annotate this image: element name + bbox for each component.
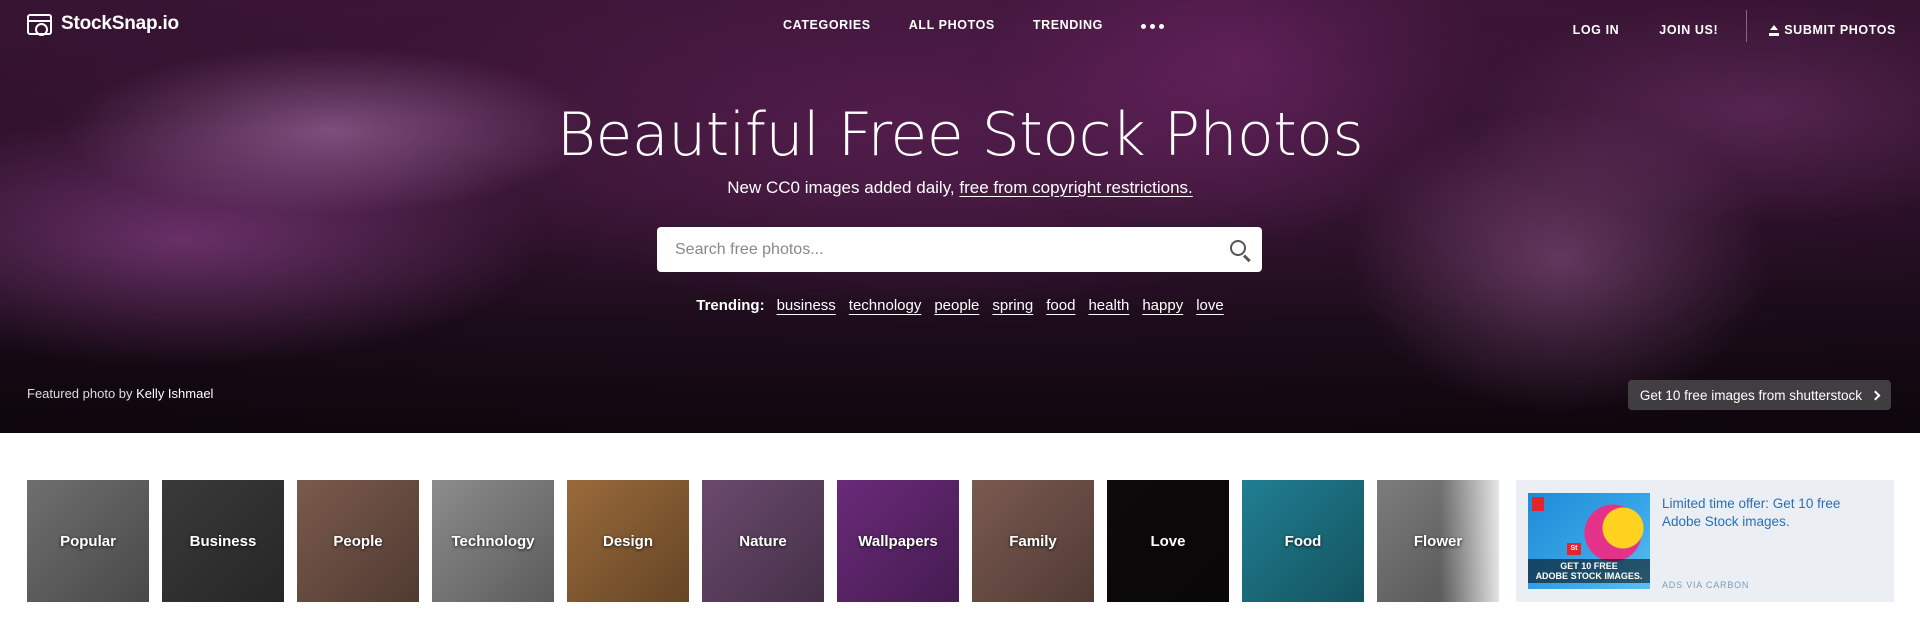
ad-image-caption-line1: GET 10 FREE: [1560, 561, 1618, 571]
trend-tag-business[interactable]: business: [777, 297, 836, 314]
category-tile-wallpapers[interactable]: Wallpapers: [837, 480, 959, 602]
category-label: Nature: [739, 532, 787, 550]
category-tile-technology[interactable]: Technology: [432, 480, 554, 602]
category-tile-business[interactable]: Business: [162, 480, 284, 602]
category-label: Business: [189, 532, 257, 550]
photo-credit-author[interactable]: Kelly Ishmael: [136, 386, 213, 401]
promo-label: Get 10 free images from shutterstock: [1639, 387, 1862, 403]
site-logo[interactable]: StockSnap.io: [27, 13, 179, 36]
trending-tags: Trending: business technology people spr…: [0, 297, 1920, 314]
trend-tag-health[interactable]: health: [1088, 297, 1129, 314]
category-label: Technology: [451, 532, 535, 550]
ad-image[interactable]: St GET 10 FREE ADOBE STOCK IMAGES.: [1528, 493, 1650, 589]
search-bar: [657, 227, 1262, 272]
category-tile-food[interactable]: Food: [1242, 480, 1364, 602]
account-nav: LOG IN JOIN US! SUBMIT PHOTOS: [1533, 10, 1896, 42]
ad-image-caption: GET 10 FREE ADOBE STOCK IMAGES.: [1528, 559, 1650, 583]
search-input[interactable]: [657, 227, 1218, 272]
trend-tag-technology[interactable]: technology: [849, 297, 922, 314]
category-label: Wallpapers: [858, 532, 938, 550]
ad-text-link[interactable]: Limited time offer: Get 10 free Adobe St…: [1662, 495, 1877, 531]
site-name: StockSnap.io: [61, 13, 179, 34]
camera-icon: [27, 13, 52, 36]
trend-tag-food[interactable]: food: [1046, 297, 1075, 314]
trend-tag-love[interactable]: love: [1196, 297, 1224, 314]
category-label: Food: [1284, 532, 1322, 550]
upload-icon: [1769, 24, 1780, 36]
carbon-ad: St GET 10 FREE ADOBE STOCK IMAGES. Limit…: [1516, 480, 1894, 602]
nav-trending[interactable]: TRENDING: [1033, 18, 1103, 32]
more-menu-icon[interactable]: [1140, 18, 1164, 32]
ad-image-caption-line2: ADOBE STOCK IMAGES.: [1535, 571, 1643, 581]
ads-via-carbon-link[interactable]: ADS VIA CARBON: [1662, 580, 1749, 590]
nav-categories[interactable]: CATEGORIES: [783, 18, 871, 32]
category-tile-people[interactable]: People: [297, 480, 419, 602]
category-tile-love[interactable]: Love: [1107, 480, 1229, 602]
category-tile-popular[interactable]: Popular: [27, 480, 149, 602]
hero-subtitle-text: New CC0 images added daily,: [727, 178, 960, 197]
category-label: Love: [1150, 532, 1186, 550]
adobe-stock-badge: St: [1567, 543, 1581, 555]
category-label: Popular: [60, 532, 116, 550]
category-tile-family[interactable]: Family: [972, 480, 1094, 602]
category-label: Flower: [1413, 532, 1463, 550]
search-icon[interactable]: [1218, 227, 1262, 272]
category-tiles: Popular Business People Technology Desig…: [27, 480, 1499, 602]
hero-subtitle: New CC0 images added daily, free from co…: [0, 178, 1920, 198]
trending-label: Trending:: [696, 297, 765, 314]
trend-tag-people[interactable]: people: [934, 297, 979, 314]
photo-credit: Featured photo by Kelly Ishmael: [27, 386, 213, 401]
chevron-right-icon: [1870, 390, 1881, 400]
login-link[interactable]: LOG IN: [1573, 23, 1620, 37]
submit-photos-label: SUBMIT PHOTOS: [1784, 23, 1896, 37]
submit-photos-button[interactable]: SUBMIT PHOTOS: [1769, 23, 1896, 37]
shutterstock-promo-button[interactable]: Get 10 free images from shutterstock: [1627, 380, 1891, 410]
category-tile-design[interactable]: Design: [567, 480, 689, 602]
category-tile-nature[interactable]: Nature: [702, 480, 824, 602]
adobe-logo-icon: [1532, 497, 1544, 511]
hero-banner: StockSnap.io CATEGORIES ALL PHOTOS TREND…: [0, 0, 1920, 433]
category-label: Family: [1009, 532, 1057, 550]
copyright-link[interactable]: free from copyright restrictions.: [959, 178, 1192, 197]
nav-divider: [1746, 10, 1748, 42]
join-link[interactable]: JOIN US!: [1659, 23, 1718, 37]
main-nav: CATEGORIES ALL PHOTOS TRENDING: [783, 18, 1164, 32]
nav-all-photos[interactable]: ALL PHOTOS: [909, 18, 995, 32]
category-label: People: [333, 532, 383, 550]
hero-title: Beautiful Free Stock Photos: [556, 100, 1364, 170]
category-label: Design: [602, 532, 653, 550]
photo-credit-prefix: Featured photo by: [27, 386, 137, 401]
trend-tag-happy[interactable]: happy: [1142, 297, 1183, 314]
trend-tag-spring[interactable]: spring: [992, 297, 1033, 314]
